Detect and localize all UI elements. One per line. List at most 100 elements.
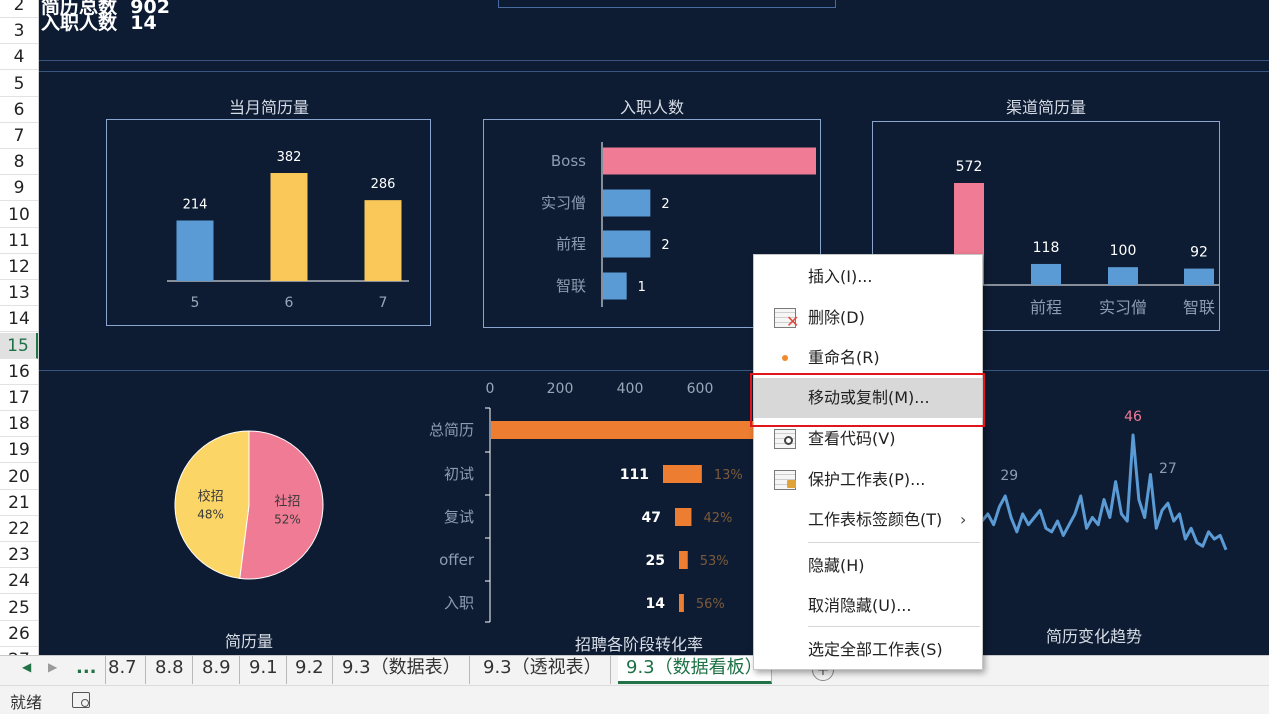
row-header-18[interactable]: 18 — [0, 411, 38, 438]
divider-line — [39, 71, 1269, 72]
row-header-20[interactable]: 20 — [0, 464, 38, 490]
tick-label: 总简历 — [429, 421, 474, 439]
data-label: 25 — [646, 553, 665, 569]
bar — [364, 200, 402, 281]
tick-label: 前程 — [1030, 298, 1062, 317]
row-header-11[interactable]: 11 — [0, 228, 38, 254]
tick-label: Boss — [551, 152, 586, 170]
trend-line — [980, 433, 1228, 551]
row-header-15[interactable]: 15 — [0, 332, 38, 359]
bar — [1031, 263, 1061, 285]
data-label: 2 — [661, 197, 669, 212]
pie-label: 校招 — [198, 489, 224, 505]
row-header-5[interactable]: 5 — [0, 71, 38, 97]
data-label: 286 — [371, 177, 396, 192]
row-header-24[interactable]: 24 — [0, 568, 38, 595]
row-header-2[interactable]: 2 — [0, 0, 38, 18]
row-header-6[interactable]: 6 — [0, 97, 38, 123]
chart-title-funnel: 招聘各阶段转化率 — [574, 635, 703, 654]
scroll-left-icon[interactable]: ◀ — [22, 660, 31, 674]
axis-tick-label: 200 — [547, 381, 574, 397]
dashboard-sheet[interactable]: 简历总数 902 入职人数 14 当月简历量 214 5 382 6 286 7 入职人数… — [39, 0, 1269, 655]
rate-label: 13% — [714, 468, 743, 483]
pie-percent-label: 52% — [274, 512, 301, 526]
axis-tick-label: 400 — [617, 381, 644, 397]
menu-item[interactable]: 删除(D) ✕ — [754, 298, 982, 338]
menu-item-label: 插入(I)... — [808, 267, 873, 286]
data-label: 14 — [646, 596, 666, 612]
row-header-26[interactable]: 26 — [0, 621, 38, 647]
row-header-9[interactable]: 9 — [0, 175, 38, 202]
menu-item[interactable]: 重命名(R) — [754, 338, 982, 378]
data-label: 29 — [1000, 468, 1018, 484]
tick-label: 入职 — [444, 594, 474, 612]
tick-label: 5 — [191, 295, 200, 311]
menu-item[interactable]: 工作表标签颜色(T) › — [754, 500, 982, 540]
menu-item[interactable]: 插入(I)... — [754, 257, 982, 297]
row-header-10[interactable]: 10 — [0, 202, 38, 228]
status-ready: 就绪 — [10, 693, 43, 712]
row-header-16[interactable]: 16 — [0, 359, 38, 385]
bar — [603, 147, 816, 175]
chart-title-trend: 简历变化趋势 — [1045, 627, 1142, 646]
hires-value: 14 — [130, 12, 157, 34]
menu-separator — [808, 542, 980, 543]
chart-title-monthly: 当月简历量 — [228, 98, 309, 117]
sheet-tab[interactable]: 9.1 — [241, 656, 287, 684]
sheet-tab-bar: ◀ ▶ ... 8.7 8.8 8.9 9.1 9.2 9.3（数据表） 9.3（透视表） 9… — [0, 655, 1269, 685]
row-header-25[interactable]: 25 — [0, 595, 38, 621]
tick-label: 7 — [379, 295, 388, 311]
row-header-3[interactable]: 3 — [0, 18, 38, 45]
row-header-21[interactable]: 21 — [0, 490, 38, 516]
pie-percent-label: 48% — [197, 508, 224, 522]
row-header-12[interactable]: 12 — [0, 254, 38, 280]
sheet-tab[interactable]: 9.2 — [287, 656, 333, 684]
menu-item-label: 工作表标签颜色(T) — [808, 510, 943, 529]
row-header-4[interactable]: 4 — [0, 44, 38, 71]
row-header-17[interactable]: 17 — [0, 385, 38, 411]
menu-item[interactable]: 保护工作表(P)... — [754, 460, 982, 500]
row-header-14[interactable]: 14 — [0, 306, 38, 333]
menu-item-label: 隐藏(H) — [808, 556, 865, 575]
resume-pie-chart: 社招 52% 校招 48% — [174, 430, 324, 580]
sheet-tab[interactable]: 8.9 — [194, 656, 240, 684]
row-header-22[interactable]: 22 — [0, 516, 38, 542]
tick-label: 实习僧 — [541, 194, 586, 212]
tick-label: 智联 — [556, 277, 586, 295]
hires-row: 入职人数 14 — [41, 8, 157, 35]
menu-item-label: 重命名(R) — [808, 348, 880, 367]
rate-label: 56% — [696, 597, 725, 612]
row-header-13[interactable]: 13 — [0, 280, 38, 307]
sheet-tab[interactable]: 8.8 — [147, 656, 193, 684]
axis-tick-label: 0 — [486, 381, 495, 397]
row-header-column: 2 3 4 5 6 7 8 9 10 11 12 13 14 15 16 17 18 19 20 21 22 23 24 25… — [0, 0, 39, 673]
menu-item[interactable]: 选定全部工作表(S) — [754, 630, 982, 670]
data-label: 92 — [1190, 245, 1208, 261]
data-label: 118 — [1033, 240, 1060, 256]
bar — [675, 508, 692, 526]
chart-title-channel: 渠道简历量 — [1005, 98, 1086, 117]
sheet-tab[interactable]: 9.3（数据看板） — [618, 656, 772, 684]
row-header-7[interactable]: 7 — [0, 123, 38, 149]
bar — [176, 220, 214, 281]
sheet-tab[interactable]: 9.3（数据表） — [334, 656, 470, 684]
bar — [1108, 267, 1138, 285]
menu-item-label: 保护工作表(P)... — [808, 470, 926, 489]
menu-item[interactable]: 取消隐藏(U)... — [754, 586, 982, 626]
tick-label: 智联 — [1183, 298, 1215, 317]
chart-title-pie: 简历量 — [224, 632, 273, 651]
row-header-8[interactable]: 8 — [0, 149, 38, 176]
resume-trend-chart: 29 46 27 — [980, 409, 1228, 551]
bar — [603, 272, 627, 300]
data-label: 1 — [638, 280, 646, 295]
monthly-resume-chart: 214 5 382 6 286 7 — [167, 150, 409, 311]
row-header-23[interactable]: 23 — [0, 542, 38, 569]
menu-item[interactable]: 隐藏(H) — [754, 546, 982, 586]
macro-record-icon[interactable] — [72, 692, 90, 708]
sheet-tab[interactable]: 9.3（透视表） — [475, 656, 611, 684]
delete-sheet-icon: ✕ — [774, 308, 799, 330]
row-header-19[interactable]: 19 — [0, 437, 38, 464]
menu-item-label: 查看代码(V) — [808, 429, 896, 448]
sheet-tab[interactable]: 8.7 — [100, 656, 146, 684]
scroll-right-icon[interactable]: ▶ — [48, 660, 57, 674]
